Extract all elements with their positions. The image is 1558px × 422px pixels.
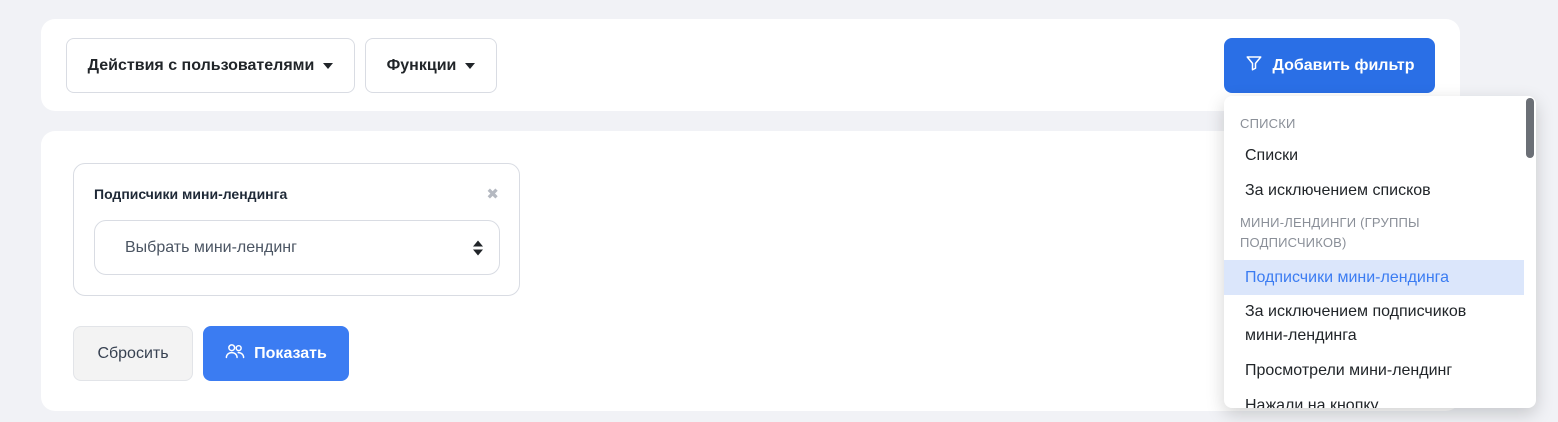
landing-select[interactable]: Выбрать мини-лендинг [94,220,500,275]
show-label: Показать [254,344,327,362]
filter-block: Подписчики мини-лендинга ✖ Выбрать мини-… [73,163,520,296]
caret-down-icon [323,62,334,69]
landing-select-value: Выбрать мини-лендинг [125,238,297,256]
filter-icon [1245,54,1263,77]
user-actions-label: Действия с пользователями [87,56,315,74]
menu-item-landing-subscribers[interactable]: Подписчики мини-лендинга [1224,260,1524,295]
menu-item-clicked-button[interactable]: Нажали на кнопку [1224,394,1524,408]
users-icon [225,342,245,365]
add-filter-label: Добавить фильтр [1272,56,1415,74]
menu-group-header-landings-line1: МИНИ-ЛЕНДИНГИ (ГРУППЫ [1240,215,1420,230]
menu-group-header-landings: МИНИ-ЛЕНДИНГИ (ГРУППЫ ПОДПИСЧИКОВ) [1240,213,1420,253]
add-filter-button[interactable]: Добавить фильтр [1224,38,1435,93]
reset-button[interactable]: Сбросить [73,326,193,381]
menu-item-except-landing-line1: За исключением подписчиков [1245,303,1467,320]
menu-group-header-landings-line2: ПОДПИСЧИКОВ) [1240,235,1347,250]
user-actions-dropdown[interactable]: Действия с пользователями [66,38,355,93]
functions-label: Функции [386,56,457,74]
select-arrows-icon [473,240,483,255]
menu-item-except-landing-subscribers[interactable]: За исключением подписчиков мини-лендинга [1224,300,1524,348]
menu-item-viewed-landing[interactable]: Просмотрели мини-лендинг [1224,359,1524,383]
show-button[interactable]: Показать [203,326,349,381]
filter-title: Подписчики мини-лендинга [94,186,288,202]
reset-label: Сбросить [97,344,169,362]
close-icon[interactable]: ✖ [486,185,499,203]
menu-item-except-lists[interactable]: За исключением списков [1224,179,1524,203]
menu-item-lists[interactable]: Списки [1224,144,1524,168]
menu-scrollbar[interactable] [1526,98,1534,158]
caret-down-icon [465,62,476,69]
menu-item-except-landing-line2: мини-лендинга [1245,327,1357,344]
add-filter-menu: СПИСКИ Списки За исключением списков МИН… [1224,96,1536,408]
functions-dropdown[interactable]: Функции [365,38,497,93]
menu-group-header-lists: СПИСКИ [1240,116,1296,131]
